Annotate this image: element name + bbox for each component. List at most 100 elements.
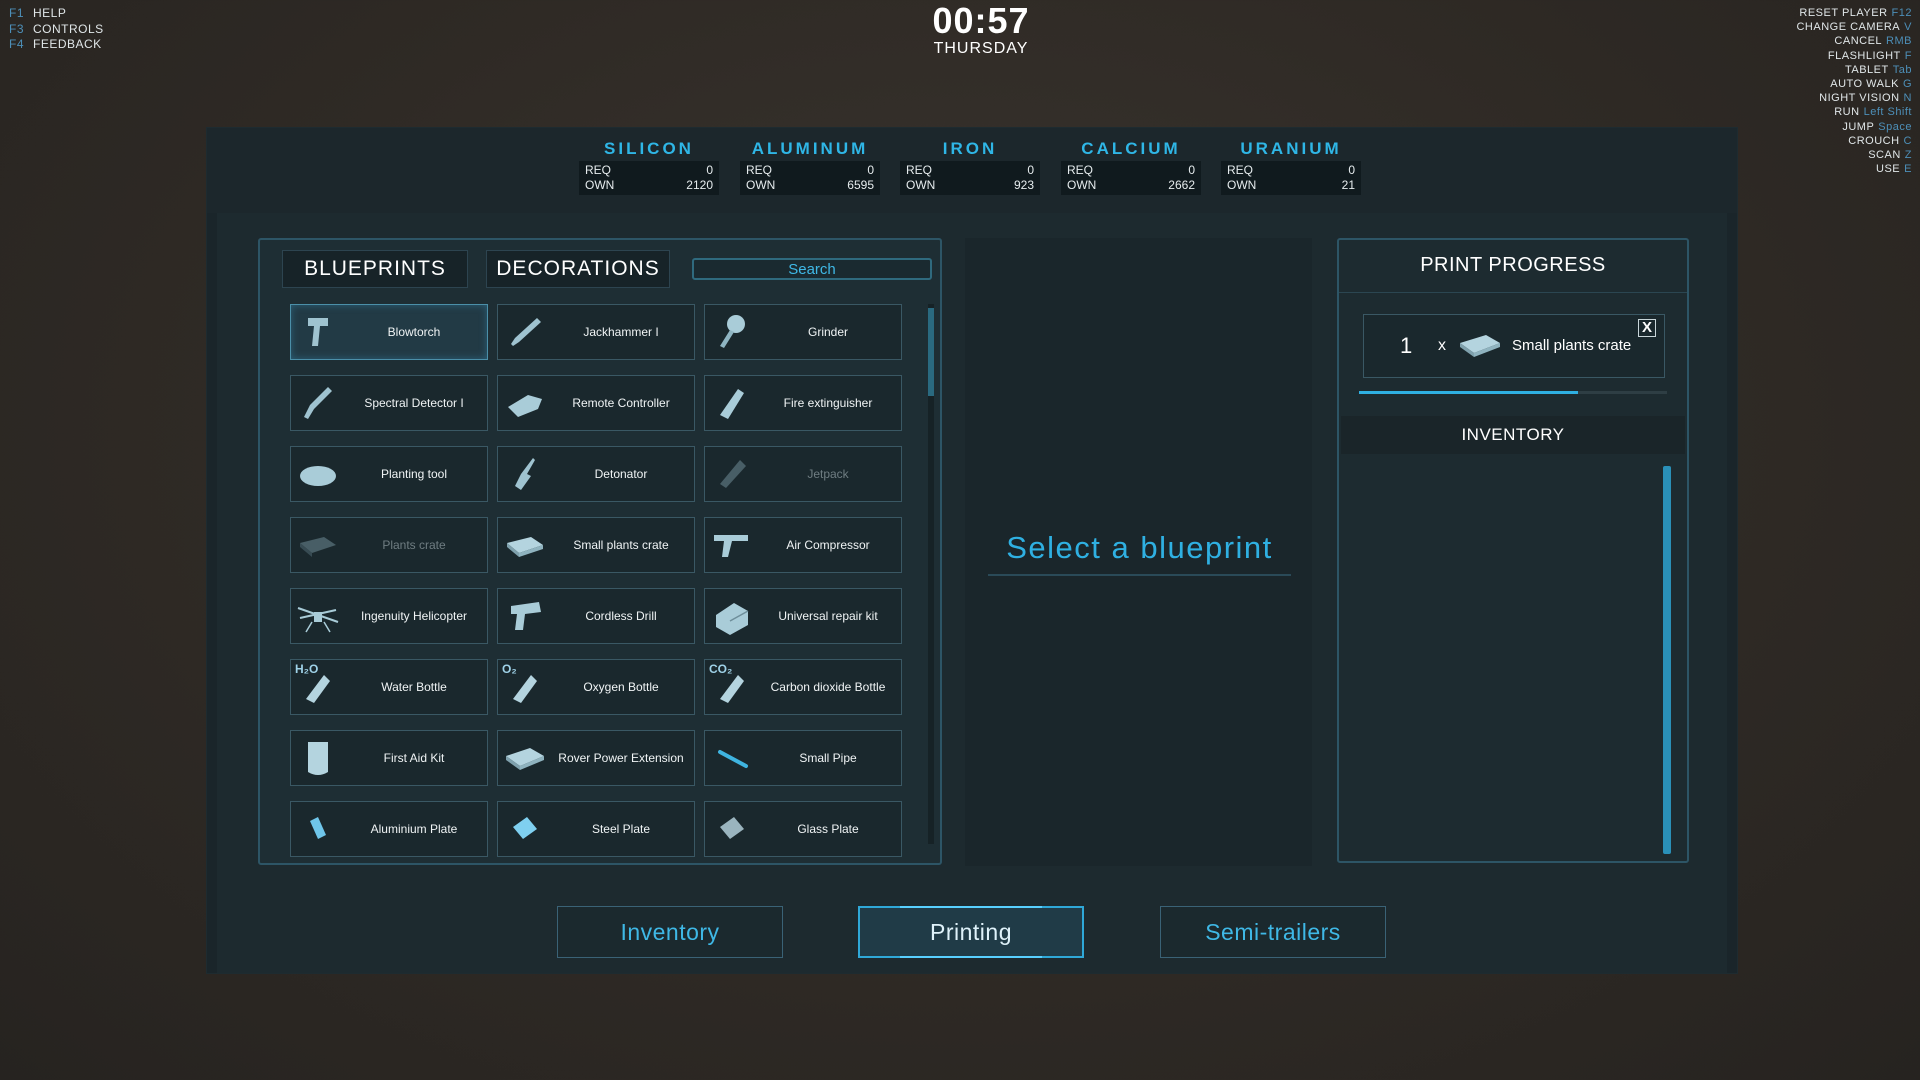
blueprint-blowtorch[interactable]: Blowtorch	[290, 304, 488, 360]
clock-time: 00:57	[932, 0, 1030, 41]
print-progress-fill	[1359, 391, 1578, 394]
planting-tool-icon	[291, 447, 345, 501]
blueprint-small-plants-crate[interactable]: Small plants crate	[497, 517, 695, 573]
blowtorch-icon	[291, 305, 345, 359]
resource-silicon: SILICON REQ 0 OWN 2120	[579, 137, 719, 195]
keybind-scan: SCAN Z	[1868, 149, 1912, 162]
keybind-flashlight: FLASHLIGHT F	[1827, 49, 1912, 62]
resource-name: ALUMINUM	[751, 139, 869, 158]
blueprint-cordless-drill[interactable]: Cordless Drill	[497, 588, 695, 644]
hud-keybind-list: RESET PLAYER F12 CHANGE CAMERA V CANCEL RMB…	[1796, 6, 1912, 176]
resource-name: URANIUM	[1240, 139, 1342, 158]
print-progress-panel: PRINT PROGRESS 1 x Small plants crate X …	[1337, 238, 1689, 863]
resource-name: IRON	[942, 139, 998, 158]
blueprint-label: Spectral Detector I	[364, 395, 464, 410]
print-job-times: x	[1438, 337, 1446, 354]
blueprint-label: Small Pipe	[799, 750, 857, 765]
oxygen-bottle-icon: O₂	[498, 660, 552, 714]
resource-values: REQ 0 OWN 6595	[740, 161, 880, 195]
game-clock: 00:57 THURSDAY	[0, 0, 1920, 57]
blueprint-glass-plate[interactable]: Glass Plate	[704, 801, 902, 857]
cancel-print-button[interactable]: X	[1638, 319, 1656, 337]
keybind-cancel: CANCEL RMB	[1834, 35, 1912, 48]
tab-printing[interactable]: Printing	[858, 906, 1084, 958]
print-progress-title: PRINT PROGRESS	[1420, 254, 1606, 276]
tab-decorations[interactable]: DECORATIONS	[486, 250, 670, 288]
small-plants-crate-icon	[498, 518, 552, 572]
keybind-jump: JUMP Space	[1842, 120, 1912, 133]
small-plants-crate-icon	[1456, 327, 1504, 363]
blueprint-panel: BLUEPRINTS DECORATIONS Search Blowtorch …	[258, 238, 942, 865]
remote-controller-icon	[498, 376, 552, 430]
tab-semi-trailers[interactable]: Semi-trailers	[1160, 906, 1386, 958]
resource-calcium: CALCIUM REQ 0 OWN 2662	[1061, 137, 1201, 195]
search-input[interactable]: Search	[692, 258, 932, 280]
drill-icon	[498, 589, 552, 643]
detonator-icon	[498, 447, 552, 501]
blueprint-first-aid-kit[interactable]: First Aid Kit	[290, 730, 488, 786]
air-compressor-icon	[705, 518, 759, 572]
blueprint-label: Air Compressor	[786, 537, 870, 552]
blueprint-label: Cordless Drill	[585, 608, 657, 623]
keybind-run: RUN Left Shift	[1834, 106, 1912, 119]
blueprint-steel-plate[interactable]: Steel Plate	[497, 801, 695, 857]
blueprint-label: Carbon dioxide Bottle	[770, 679, 886, 694]
pipe-icon	[705, 731, 759, 785]
tab-inventory[interactable]: Inventory	[557, 906, 783, 958]
blueprint-carbon-dioxide-bottle[interactable]: CO₂ Carbon dioxide Bottle	[704, 659, 902, 715]
resource-values: REQ 0 OWN 2120	[579, 161, 719, 195]
blueprint-jetpack[interactable]: Jetpack	[704, 446, 902, 502]
blueprint-label: Aluminium Plate	[370, 821, 458, 836]
blueprint-label: Small plants crate	[573, 537, 669, 552]
blueprint-grinder[interactable]: Grinder	[704, 304, 902, 360]
rover-power-icon	[498, 731, 552, 785]
resource-name: SILICON	[604, 139, 694, 158]
inventory-title: INVENTORY	[1341, 416, 1685, 454]
blueprint-air-compressor[interactable]: Air Compressor	[704, 517, 902, 573]
blueprint-remote-controller[interactable]: Remote Controller	[497, 375, 695, 431]
resource-uranium: URANIUM REQ 0 OWN 21	[1221, 137, 1361, 195]
blueprint-label: Universal repair kit	[778, 608, 878, 623]
keybind-crouch: CROUCH C	[1848, 134, 1912, 147]
blueprint-label: Remote Controller	[572, 395, 670, 410]
blueprint-label: Detonator	[594, 466, 648, 481]
blueprint-rover-power-extension[interactable]: Rover Power Extension	[497, 730, 695, 786]
select-blueprint-prompt: Select a blueprint	[988, 530, 1291, 576]
blueprint-label: Jetpack	[807, 466, 849, 481]
first-aid-kit-icon	[291, 731, 345, 785]
blueprint-plants-crate[interactable]: Plants crate	[290, 517, 488, 573]
water-bottle-icon: H₂O	[291, 660, 345, 714]
blueprint-water-bottle[interactable]: H₂O Water Bottle	[290, 659, 488, 715]
blueprint-label: Plants crate	[382, 537, 446, 552]
co2-bottle-icon: CO₂	[705, 660, 759, 714]
blueprint-small-pipe[interactable]: Small Pipe	[704, 730, 902, 786]
blueprint-label: Grinder	[807, 324, 848, 339]
blueprint-label: Steel Plate	[591, 821, 651, 836]
resource-aluminum: ALUMINUM REQ 0 OWN 6595	[740, 137, 880, 195]
blueprint-detonator[interactable]: Detonator	[497, 446, 695, 502]
jetpack-icon	[705, 447, 759, 501]
inventory-scrollbar[interactable]	[1663, 466, 1671, 854]
blueprint-scrollbar-thumb[interactable]	[928, 308, 934, 396]
blueprint-label: Jackhammer I	[583, 324, 659, 339]
blueprint-ingenuity-helicopter[interactable]: Ingenuity Helicopter	[290, 588, 488, 644]
blueprint-planting-tool[interactable]: Planting tool	[290, 446, 488, 502]
blueprint-oxygen-bottle[interactable]: O₂ Oxygen Bottle	[497, 659, 695, 715]
grinder-icon	[705, 305, 759, 359]
blueprint-fire-extinguisher[interactable]: Fire extinguisher	[704, 375, 902, 431]
helicopter-icon	[291, 589, 345, 643]
spectral-detector-icon	[291, 376, 345, 430]
resource-name: CALCIUM	[1081, 139, 1181, 158]
resource-values: REQ 0 OWN 2662	[1061, 161, 1201, 195]
keybind-tablet: TABLET Tab	[1844, 63, 1912, 76]
blueprint-universal-repair-kit[interactable]: Universal repair kit	[704, 588, 902, 644]
keybind-reset-player: RESET PLAYER F12	[1799, 7, 1912, 19]
clock-day: THURSDAY	[933, 40, 1029, 57]
blueprint-label: Ingenuity Helicopter	[360, 608, 468, 623]
blueprint-aluminium-plate[interactable]: Aluminium Plate	[290, 801, 488, 857]
keybind-auto-walk: AUTO WALK G	[1830, 78, 1912, 91]
tab-blueprints[interactable]: BLUEPRINTS	[282, 250, 468, 288]
blueprint-jackhammer[interactable]: Jackhammer I	[497, 304, 695, 360]
blueprint-spectral-detector[interactable]: Spectral Detector I	[290, 375, 488, 431]
print-job-quantity: 1	[1400, 333, 1413, 358]
